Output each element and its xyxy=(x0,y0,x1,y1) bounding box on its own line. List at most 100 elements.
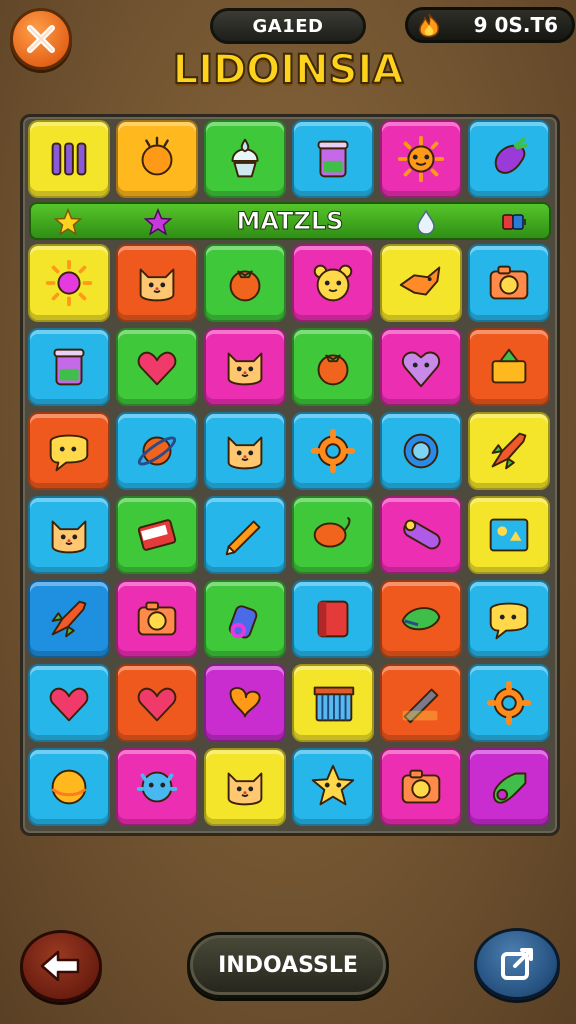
board-tile[interactable] xyxy=(292,748,374,826)
fox-icon xyxy=(399,266,441,296)
board-tile[interactable] xyxy=(380,496,462,574)
main-action-button[interactable]: INDOASSLE xyxy=(187,932,389,998)
droplet-icon xyxy=(417,209,435,235)
board-tile[interactable] xyxy=(380,664,462,742)
main-action-label: INDOASSLE xyxy=(218,952,358,978)
board-tile[interactable] xyxy=(204,244,286,322)
close-icon xyxy=(27,25,55,53)
board-tile[interactable] xyxy=(116,120,198,198)
board-tile[interactable] xyxy=(28,120,110,198)
gear-icon xyxy=(486,680,532,726)
board-tile[interactable] xyxy=(292,244,374,322)
battery-icon xyxy=(502,214,526,230)
board-tile[interactable] xyxy=(28,580,110,658)
board-tile[interactable] xyxy=(28,244,110,322)
board-tile[interactable] xyxy=(380,244,462,322)
score-display: 9 0S.T6 xyxy=(405,7,575,43)
board-tile[interactable] xyxy=(292,412,374,490)
board-tile[interactable] xyxy=(204,580,286,658)
planet-icon xyxy=(137,436,177,466)
board-tile[interactable] xyxy=(116,664,198,742)
cat-face-icon xyxy=(227,772,263,806)
cage-icon xyxy=(313,686,355,722)
board-tile[interactable] xyxy=(204,412,286,490)
sun-orange-icon xyxy=(141,136,173,176)
fire-icon xyxy=(419,13,440,38)
camera-icon xyxy=(489,265,529,300)
board-tile[interactable] xyxy=(116,244,198,322)
whistle-icon xyxy=(492,772,527,804)
board-tile[interactable] xyxy=(380,412,462,490)
pen-icon xyxy=(402,688,439,724)
board-tile[interactable] xyxy=(292,664,374,742)
tag-icon xyxy=(229,687,261,718)
board-tile[interactable] xyxy=(28,748,110,826)
board-tile[interactable] xyxy=(116,748,198,826)
cat-face-icon xyxy=(227,436,263,470)
heart-icon xyxy=(137,351,177,386)
score-value: 9 0S.T6 xyxy=(473,13,558,37)
monster-icon xyxy=(136,771,178,803)
board-tile[interactable] xyxy=(204,120,286,198)
board-tile[interactable] xyxy=(380,748,462,826)
board-tile[interactable] xyxy=(468,120,550,198)
board-tile[interactable] xyxy=(204,664,286,742)
bear-face-icon xyxy=(313,264,353,302)
board-tile[interactable] xyxy=(468,496,550,574)
back-arrow-icon xyxy=(40,950,80,982)
board-tile[interactable] xyxy=(380,120,462,198)
board-tile[interactable] xyxy=(204,328,286,406)
cup-icon xyxy=(317,140,349,178)
heart-face-icon xyxy=(401,351,441,388)
picture-icon xyxy=(489,518,529,552)
leaf-icon xyxy=(401,607,441,631)
close-button[interactable] xyxy=(10,8,72,70)
camera-icon xyxy=(137,601,177,636)
board-tile[interactable] xyxy=(468,664,550,742)
board-tile[interactable] xyxy=(28,412,110,490)
board-tile[interactable] xyxy=(468,328,550,406)
board-tile[interactable] xyxy=(380,328,462,406)
board-tile[interactable] xyxy=(28,664,110,742)
ball-icon xyxy=(51,769,87,805)
board-tile[interactable] xyxy=(116,580,198,658)
bottle-icon xyxy=(228,605,258,639)
share-icon xyxy=(501,948,533,980)
level-label: GA1ED xyxy=(210,8,366,44)
board-tile[interactable] xyxy=(28,328,110,406)
board-tile[interactable] xyxy=(468,748,550,826)
share-button[interactable] xyxy=(474,928,560,1000)
board-tile[interactable] xyxy=(468,580,550,658)
speech-bubble-icon xyxy=(49,434,89,472)
board-tile[interactable] xyxy=(292,120,374,198)
board-tile[interactable] xyxy=(204,496,286,574)
board-tile[interactable] xyxy=(380,580,462,658)
board-tile[interactable] xyxy=(204,748,286,826)
tomato-icon xyxy=(317,354,349,386)
sun-face-icon xyxy=(397,135,445,183)
rocket-icon xyxy=(491,432,527,470)
level-label-text: GA1ED xyxy=(252,15,324,37)
board-tile[interactable] xyxy=(468,412,550,490)
cup-icon xyxy=(53,348,85,386)
back-button[interactable] xyxy=(20,930,102,1002)
game-title: LIDOINSIA xyxy=(172,46,405,94)
board-tile[interactable] xyxy=(116,496,198,574)
camera-icon xyxy=(401,769,441,804)
board-tile[interactable] xyxy=(116,328,198,406)
board-tile[interactable] xyxy=(292,496,374,574)
gear-icon xyxy=(310,428,356,474)
pencil-icon xyxy=(225,520,261,556)
board-tile[interactable] xyxy=(468,244,550,322)
eggplant-icon xyxy=(494,137,528,174)
sun-icon xyxy=(45,259,93,307)
board-tile[interactable] xyxy=(292,328,374,406)
board-tile[interactable] xyxy=(116,412,198,490)
ring-icon xyxy=(403,433,439,469)
tomato-icon xyxy=(229,270,261,302)
board-tile[interactable] xyxy=(28,496,110,574)
star-face-icon xyxy=(311,764,355,806)
cat-face-icon xyxy=(51,520,87,554)
cat-face-icon xyxy=(227,352,263,386)
board-tile[interactable] xyxy=(292,580,374,658)
